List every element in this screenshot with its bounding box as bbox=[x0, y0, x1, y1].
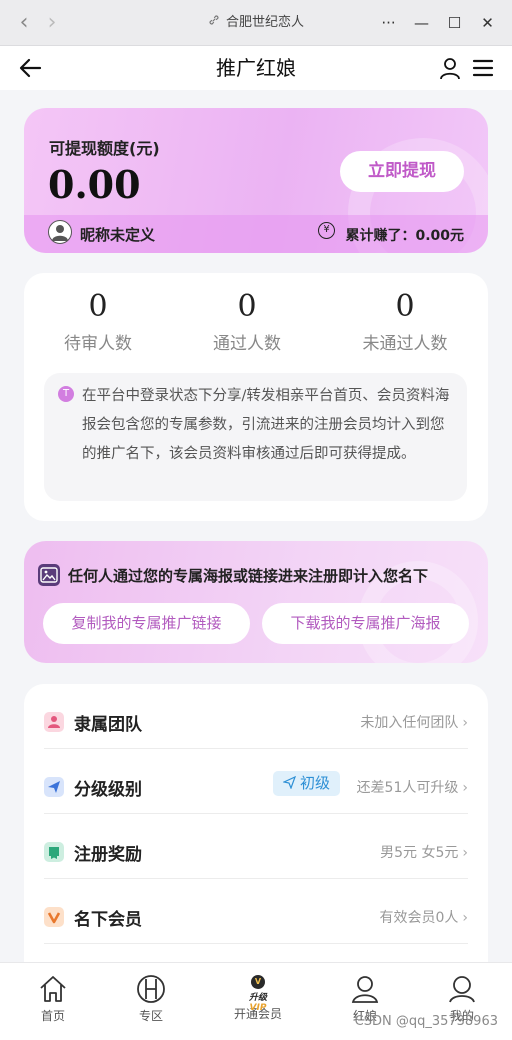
close-button[interactable]: ✕ bbox=[471, 0, 504, 46]
stat-approved: 0 通过人数 bbox=[172, 287, 322, 354]
list-item-label: 名下会员 bbox=[74, 910, 142, 930]
reward-icon bbox=[44, 842, 64, 862]
home-icon bbox=[40, 976, 66, 1002]
chevron-right-icon: › bbox=[462, 780, 468, 796]
list-item-value: 男5元 女5元 › bbox=[380, 842, 468, 862]
balance-amount: 0.00 bbox=[48, 162, 141, 207]
balance-card: 可提现额度(元) 0.00 立即提现 昵称未定义 ¥ 累计赚了：0.00元 bbox=[24, 108, 488, 253]
vip-badge-glyph: V bbox=[251, 975, 265, 989]
vip-upgrade-icon: V 升级VIP bbox=[241, 973, 275, 1013]
vip-icon bbox=[44, 907, 64, 927]
coin-icon: ¥ bbox=[318, 222, 335, 239]
app-header: 推广红娘 bbox=[0, 46, 512, 90]
list-item-team[interactable]: 隶属团队 未加入任何团队 › bbox=[44, 684, 468, 749]
tab-label: 首页 bbox=[40, 1009, 65, 1023]
list-item-reward[interactable]: 注册奖励 男5元 女5元 › bbox=[44, 814, 468, 879]
chevron-right-icon: › bbox=[462, 845, 468, 861]
avatar-icon bbox=[48, 220, 72, 244]
nickname: 昵称未定义 bbox=[80, 226, 156, 244]
vip-upgrade-word: 升级 bbox=[248, 993, 267, 1003]
matchmaker-icon bbox=[351, 976, 379, 1003]
list-item-label: 注册奖励 bbox=[74, 845, 142, 865]
vip-word: VIP bbox=[249, 1003, 267, 1013]
stat-label: 未通过人数 bbox=[362, 334, 448, 354]
stat-value: 0 bbox=[395, 289, 415, 324]
list-item-label: 隶属团队 bbox=[74, 715, 142, 735]
list-item-value: 还差51人可升级 › bbox=[357, 777, 468, 797]
browser-title-text: 合肥世纪恋人 bbox=[225, 14, 304, 30]
image-icon bbox=[38, 564, 60, 586]
link-icon bbox=[208, 0, 220, 46]
tab-label: 专区 bbox=[138, 1009, 163, 1023]
zone-icon bbox=[137, 975, 165, 1003]
stats-card: 0 待审人数 0 通过人数 0 未通过人数 T 在平台中登录状态下分享/转发相亲… bbox=[24, 273, 488, 521]
stat-label: 通过人数 bbox=[213, 334, 281, 354]
mine-icon bbox=[449, 976, 475, 1003]
menu-icon[interactable] bbox=[472, 58, 494, 78]
tab-home[interactable]: 首页 bbox=[23, 973, 83, 1024]
level-badge-text: 初级 bbox=[299, 774, 330, 792]
browser-titlebar: ‹ › 合肥世纪恋人 ··· — ☐ ✕ bbox=[0, 0, 512, 46]
balance-label: 可提现额度(元) bbox=[49, 139, 160, 158]
upgrade-hint: 还差51人可升级 bbox=[356, 780, 459, 796]
earned-total: 累计赚了：0.00元 bbox=[345, 228, 464, 244]
window-controls: ··· — ☐ ✕ bbox=[372, 0, 504, 46]
copy-link-button[interactable]: 复制我的专属推广链接 bbox=[43, 603, 250, 644]
promo-headline: 任何人通过您的专属海报或链接进来注册即计入您名下 bbox=[68, 567, 429, 585]
tip-icon: T bbox=[58, 386, 74, 402]
team-icon bbox=[44, 712, 64, 732]
maximize-button[interactable]: ☐ bbox=[438, 0, 471, 46]
tab-vip[interactable]: V 升级VIP 开通会员 bbox=[228, 973, 288, 1022]
notice-text: 在平台中登录状态下分享/转发相亲平台首页、会员资料海报会包含您的专属参数，引流进… bbox=[82, 388, 450, 462]
promo-card: 任何人通过您的专属海报或链接进来注册即计入您名下 复制我的专属推广链接 下载我的… bbox=[24, 541, 488, 663]
level-badge: 初级 bbox=[272, 771, 340, 796]
notice-box: T 在平台中登录状态下分享/转发相亲平台首页、会员资料海报会包含您的专属参数，引… bbox=[44, 373, 467, 501]
browser-forward-button[interactable]: › bbox=[38, 0, 66, 46]
send-icon bbox=[44, 777, 64, 797]
page-title: 推广红娘 bbox=[216, 56, 296, 80]
tab-zone[interactable]: 专区 bbox=[121, 973, 181, 1024]
list-item-value: 有效会员0人 › bbox=[379, 907, 468, 927]
vip-badge-text: 升级VIP bbox=[241, 990, 275, 1013]
withdraw-button[interactable]: 立即提现 bbox=[340, 151, 464, 192]
stat-pending: 0 待审人数 bbox=[23, 287, 173, 354]
list-item-value: 未加入任何团队 › bbox=[360, 712, 468, 732]
more-button[interactable]: ··· bbox=[372, 0, 405, 46]
stat-value: 0 bbox=[237, 289, 257, 324]
stat-label: 待审人数 bbox=[64, 334, 132, 354]
download-poster-button[interactable]: 下载我的专属推广海报 bbox=[262, 603, 469, 644]
minimize-button[interactable]: — bbox=[405, 0, 438, 46]
stat-rejected: 0 未通过人数 bbox=[330, 287, 480, 354]
user-icon[interactable] bbox=[438, 56, 462, 80]
reward-amount: 男5元 女5元 bbox=[380, 845, 459, 861]
list-item-level[interactable]: 分级级别 初级 还差51人可升级 › bbox=[44, 749, 468, 814]
stat-value: 0 bbox=[88, 289, 108, 324]
level-send-icon bbox=[282, 775, 297, 790]
list-item-label: 分级级别 bbox=[74, 780, 142, 800]
member-count: 有效会员0人 bbox=[379, 910, 459, 926]
info-list: 隶属团队 未加入任何团队 › 分级级别 初级 还差51人可升级 › 注册奖励 男5元… bbox=[24, 684, 488, 984]
watermark: CSDN @qq_35738963 bbox=[354, 1014, 498, 1029]
team-status: 未加入任何团队 bbox=[360, 715, 459, 731]
list-item-members[interactable]: 名下会员 有效会员0人 › bbox=[44, 879, 468, 944]
browser-back-button[interactable]: ‹ bbox=[10, 0, 38, 46]
chevron-right-icon: › bbox=[462, 715, 468, 731]
chevron-right-icon: › bbox=[462, 910, 468, 926]
